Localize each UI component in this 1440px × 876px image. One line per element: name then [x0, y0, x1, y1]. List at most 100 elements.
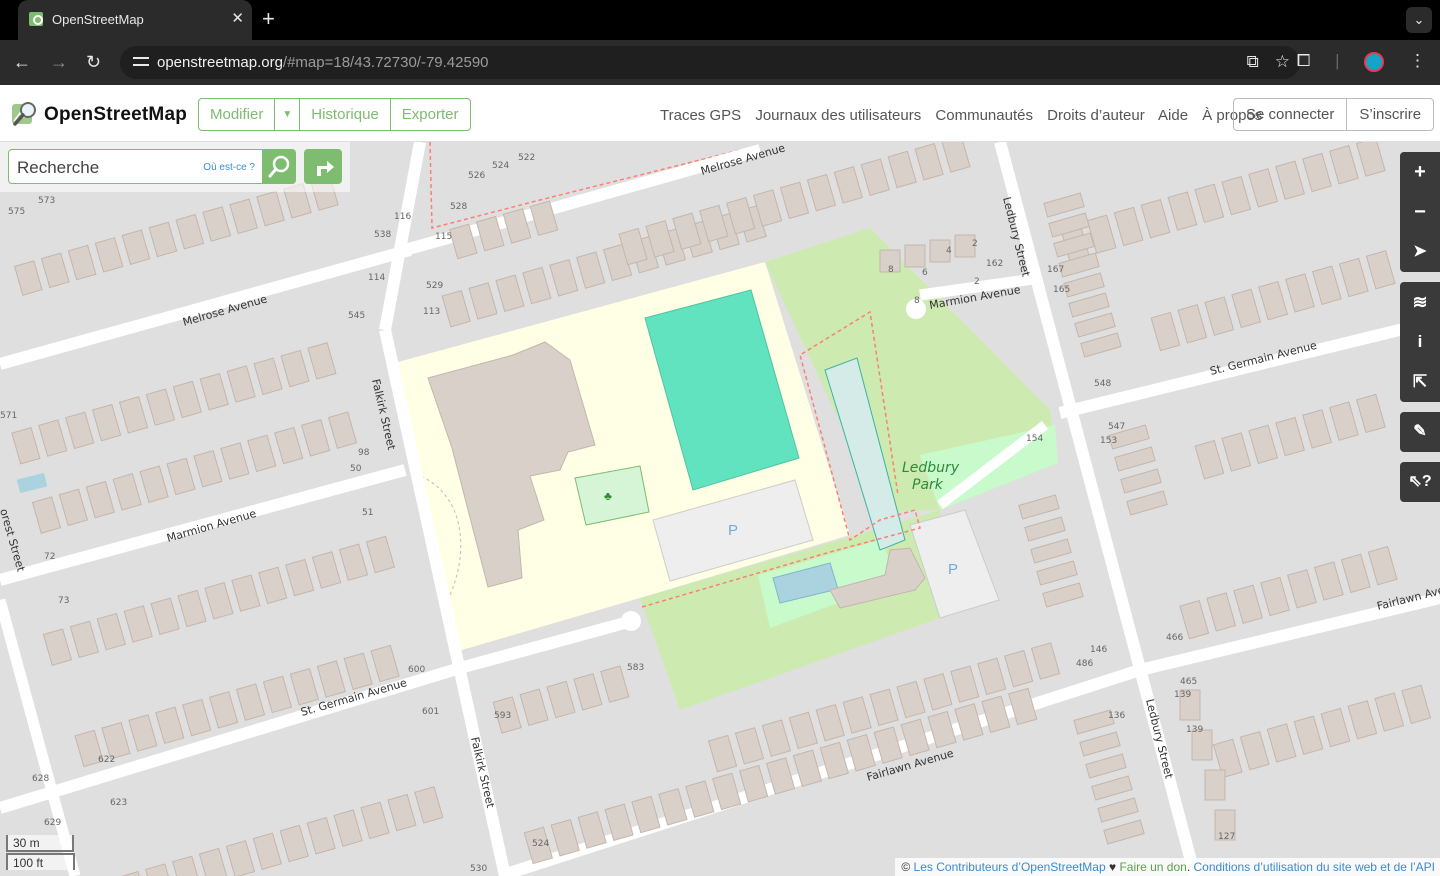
edit-dropdown-caret-icon[interactable]: ▼ — [275, 99, 301, 130]
directions-button[interactable] — [304, 149, 342, 184]
house-number: 548 — [1094, 379, 1111, 389]
address-toolbar: ← → ↻ openstreetmap.org/#map=18/43.72730… — [0, 40, 1440, 85]
zoom-out-icon[interactable]: − — [1400, 192, 1440, 232]
browser-menu-icon[interactable]: ⋮ — [1409, 51, 1426, 70]
history-button[interactable]: Historique — [300, 99, 391, 130]
nav-link-communities[interactable]: Communautés — [935, 107, 1033, 124]
osm-logo-icon[interactable] — [11, 99, 39, 127]
house-number: 538 — [374, 230, 391, 240]
house-number: 545 — [348, 311, 365, 321]
st-germain-turnaround — [621, 611, 641, 631]
terms-link[interactable]: Conditions d’utilisation du site web et … — [1194, 860, 1435, 874]
house-number: 629 — [44, 818, 61, 828]
house-number: 165 — [1053, 285, 1070, 295]
house-number: 628 — [32, 774, 49, 784]
house-number: 154 — [1026, 434, 1043, 444]
url-bar[interactable]: openstreetmap.org/#map=18/43.72730/-79.4… — [120, 46, 1300, 79]
search-placeholder: Recherche — [17, 158, 100, 177]
house-number: 115 — [435, 232, 452, 242]
house-number: 51 — [362, 508, 373, 518]
note-control: ✎ — [1400, 412, 1440, 452]
house-number: 529 — [426, 281, 443, 291]
toolbar-divider: | — [1335, 51, 1340, 70]
query-features-icon[interactable]: ⇖? — [1400, 462, 1440, 502]
house-number: 146 — [1090, 645, 1107, 655]
site-settings-icon[interactable] — [133, 55, 149, 69]
layers-icon[interactable]: ≋ — [1400, 282, 1440, 322]
house-number: 528 — [450, 202, 467, 212]
house-number: 573 — [38, 196, 55, 206]
house-number: 113 — [423, 307, 440, 317]
nav-link-user-diaries[interactable]: Journaux des utilisateurs — [755, 107, 921, 124]
search-icon — [268, 155, 290, 178]
scale-imperial: 100 ft — [6, 853, 75, 870]
house-number: 547 — [1108, 422, 1125, 432]
map-key-info-icon[interactable]: i — [1400, 322, 1440, 362]
parking-label-1: P — [728, 522, 738, 539]
search-panel: Recherche Où est-ce ? — [0, 142, 350, 192]
signup-button[interactable]: S’inscrire — [1347, 99, 1433, 130]
house-number: 486 — [1076, 659, 1093, 669]
zoom-controls: + − ➤ — [1400, 152, 1440, 272]
house-number: 73 — [58, 596, 69, 606]
house-number: 162 — [986, 259, 1003, 269]
url-text[interactable]: openstreetmap.org/#map=18/43.72730/-79.4… — [157, 54, 489, 71]
house-number: 153 — [1100, 436, 1117, 446]
extensions-puzzle-icon[interactable]: ⧠ — [1297, 51, 1311, 70]
house-number: 522 — [518, 153, 535, 163]
house-number: 6 — [922, 268, 928, 278]
parking-label-2: P — [948, 561, 958, 578]
nav-link-gps-traces[interactable]: Traces GPS — [660, 107, 741, 124]
zoom-in-icon[interactable]: + — [1400, 152, 1440, 192]
add-note-icon[interactable]: ✎ — [1400, 412, 1440, 452]
where-is-this-link[interactable]: Où est-ce ? — [203, 162, 255, 173]
heart-separator: ♥ — [1105, 860, 1120, 874]
login-button[interactable]: Se connecter — [1234, 99, 1348, 130]
close-tab-icon[interactable]: ✕ — [231, 9, 244, 27]
house-number: 530 — [470, 864, 487, 874]
map-tiles[interactable]: ♣ P P Melrose Avenue Melrose Avenue Falk… — [0, 142, 1440, 876]
search-input[interactable]: Recherche Où est-ce ? — [8, 149, 264, 184]
donate-link[interactable]: Faire un don — [1119, 860, 1186, 874]
export-button[interactable]: Exporter — [391, 99, 470, 130]
park-label-line-1: Ledbury — [902, 460, 960, 476]
geolocate-icon[interactable]: ➤ — [1400, 232, 1440, 272]
reload-icon[interactable]: ↻ — [86, 51, 101, 73]
site-title[interactable]: OpenStreetMap — [44, 104, 187, 126]
scale-metric: 30 m — [6, 835, 74, 852]
edit-button[interactable]: Modifier — [199, 99, 276, 130]
house-number: 136 — [1108, 711, 1125, 721]
search-button[interactable] — [262, 149, 296, 184]
share-icon[interactable]: ⇱ — [1400, 362, 1440, 402]
house-number: 2 — [974, 277, 980, 287]
copyright-symbol: © — [901, 860, 914, 874]
browser-tab[interactable]: OpenStreetMap ✕ — [18, 0, 252, 40]
profile-avatar[interactable] — [1364, 51, 1385, 72]
house-number: 575 — [8, 207, 25, 217]
back-arrow-icon[interactable]: ← — [13, 51, 31, 73]
house-number: 116 — [394, 212, 411, 222]
new-tab-icon[interactable]: + — [262, 8, 275, 30]
nav-link-copyright[interactable]: Droits d’auteur — [1047, 107, 1145, 124]
query-control: ⇖? — [1400, 462, 1440, 502]
nav-link-help[interactable]: Aide — [1158, 107, 1188, 124]
primary-nav: Traces GPS Journaux des utilisateurs Com… — [660, 107, 1272, 124]
contributors-link[interactable]: Les Contributeurs d’OpenStreetMap — [914, 860, 1106, 874]
edit-button-group: Modifier ▼ Historique Exporter — [198, 98, 471, 131]
auth-buttons: Se connecter S’inscrire — [1233, 98, 1435, 131]
house-number: 8 — [914, 296, 920, 306]
house-number: 98 — [358, 448, 370, 458]
install-app-icon[interactable]: ⧉ — [1247, 52, 1259, 71]
house-number: 593 — [494, 711, 511, 721]
house-number: 465 — [1180, 677, 1197, 687]
directions-icon — [317, 161, 334, 176]
house-number: 2 — [972, 239, 978, 249]
house-number: 524 — [492, 161, 509, 171]
house-number: 526 — [468, 171, 485, 181]
house-number: 583 — [627, 663, 644, 673]
house-number: 524 — [532, 839, 549, 849]
forward-arrow-icon[interactable]: → — [50, 51, 68, 73]
tab-search-chevron-icon[interactable]: ⌄ — [1406, 7, 1432, 33]
map-panel-controls: ≋ i ⇱ — [1400, 282, 1440, 402]
map-canvas[interactable]: ♣ P P Melrose Avenue Melrose Avenue Falk… — [0, 142, 1440, 876]
